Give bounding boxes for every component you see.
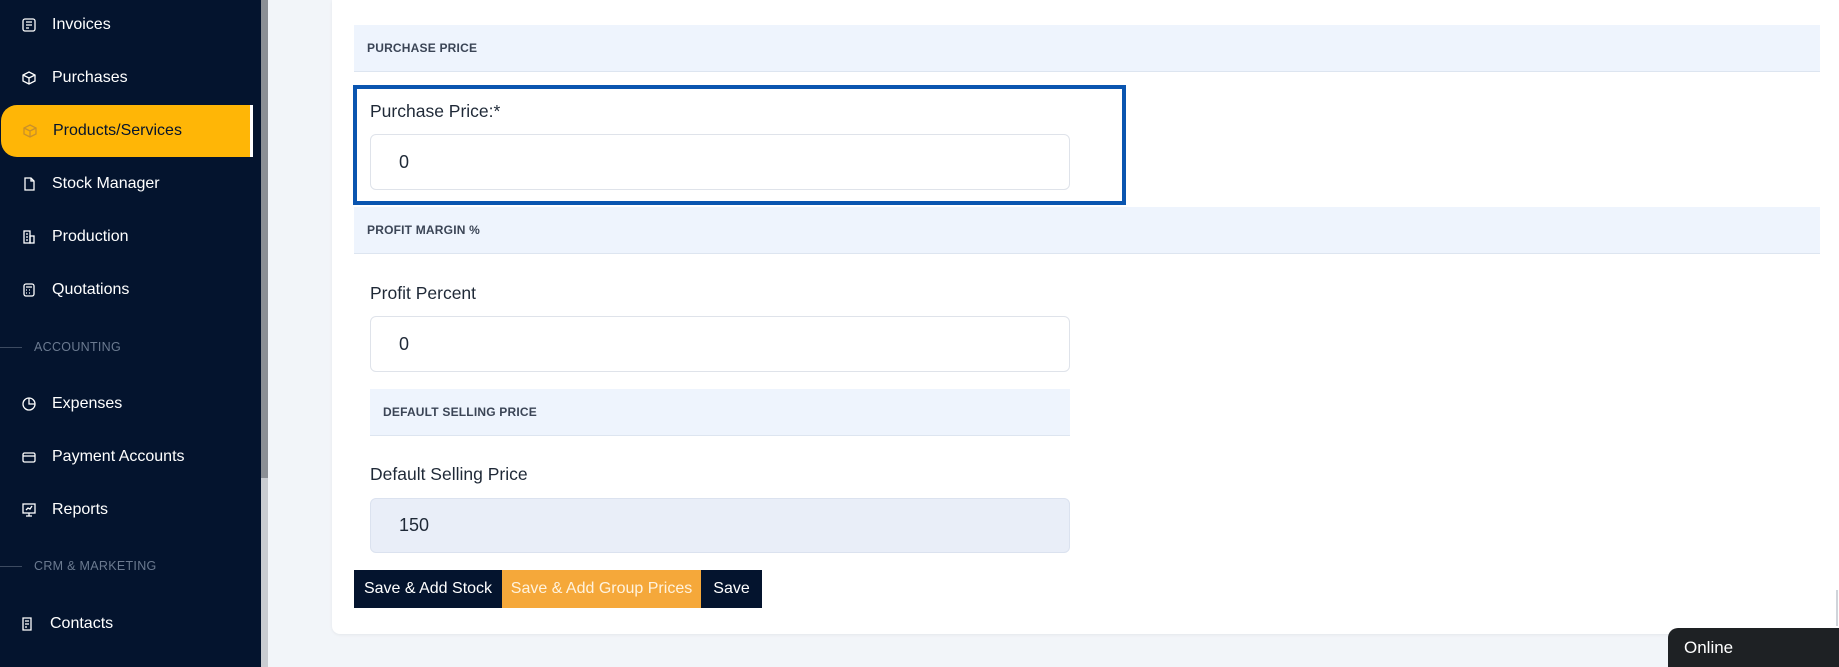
focus-highlight-box — [353, 85, 1126, 205]
profit-percent-label: Profit Percent — [370, 283, 477, 303]
sidebar-scrollbar-thumb[interactable] — [261, 0, 268, 478]
default-selling-price-label: Default Selling Price — [370, 464, 528, 484]
sidebar-item-stock-manager[interactable]: Stock Manager — [0, 158, 251, 210]
default-selling-price-input[interactable]: 150 — [370, 498, 1070, 553]
sidebar-item-label: Quotations — [52, 281, 130, 298]
presentation-icon — [20, 501, 38, 519]
invoice-icon — [20, 16, 38, 34]
sidebar-item-label: Stock Manager — [52, 175, 160, 192]
sidebar-item-expenses[interactable]: Expenses — [0, 378, 251, 430]
sidebar: Invoices Purchases Products/Services Sto… — [0, 0, 261, 667]
section-header-default-selling-price: DEFAULT SELLING PRICE — [370, 389, 1070, 436]
save-button[interactable]: Save — [701, 570, 762, 608]
sidebar-item-production[interactable]: Production — [0, 211, 251, 263]
online-status-badge[interactable]: Online — [1668, 628, 1839, 667]
sidebar-item-label: Production — [52, 228, 129, 245]
section-header-profit-margin: PROFIT MARGIN % — [354, 207, 1820, 254]
sidebar-item-label: Expenses — [52, 395, 123, 412]
sidebar-item-reports[interactable]: Reports — [0, 484, 251, 536]
resize-handle — [1836, 590, 1838, 626]
cube-icon — [21, 122, 39, 140]
section-label-accounting: ACCOUNTING — [0, 337, 121, 357]
sidebar-item-label: Payment Accounts — [52, 448, 185, 465]
sidebar-item-contacts[interactable]: Contacts — [0, 598, 251, 650]
save-add-stock-button[interactable]: Save & Add Stock — [354, 570, 502, 608]
sidebar-item-label: Reports — [52, 501, 109, 518]
sidebar-item-quotations[interactable]: Quotations — [0, 264, 251, 316]
sidebar-item-label: Contacts — [50, 615, 114, 632]
section-header-purchase-price: PURCHASE PRICE — [354, 25, 1820, 72]
sidebar-item-label: Products/Services — [53, 122, 182, 139]
profit-percent-input[interactable]: 0 — [370, 316, 1070, 372]
sidebar-item-purchases[interactable]: Purchases — [0, 52, 251, 104]
save-add-group-prices-button[interactable]: Save & Add Group Prices — [502, 570, 701, 608]
sidebar-item-payment-accounts[interactable]: Payment Accounts — [0, 431, 251, 483]
card-icon — [20, 448, 38, 466]
sidebar-item-label: Purchases — [52, 69, 128, 86]
pie-icon — [20, 395, 38, 413]
box-icon — [20, 69, 38, 87]
calculator-icon — [20, 281, 38, 299]
file-icon — [20, 175, 38, 193]
section-label-crm-marketing: CRM & MARKETING — [0, 556, 157, 576]
building-icon — [20, 228, 38, 246]
document-icon — [18, 615, 36, 633]
sidebar-scrollbar[interactable] — [261, 0, 268, 667]
sidebar-item-label: Invoices — [52, 16, 111, 33]
sidebar-item-products-services[interactable]: Products/Services — [1, 105, 253, 157]
sidebar-item-invoices[interactable]: Invoices — [0, 0, 251, 50]
